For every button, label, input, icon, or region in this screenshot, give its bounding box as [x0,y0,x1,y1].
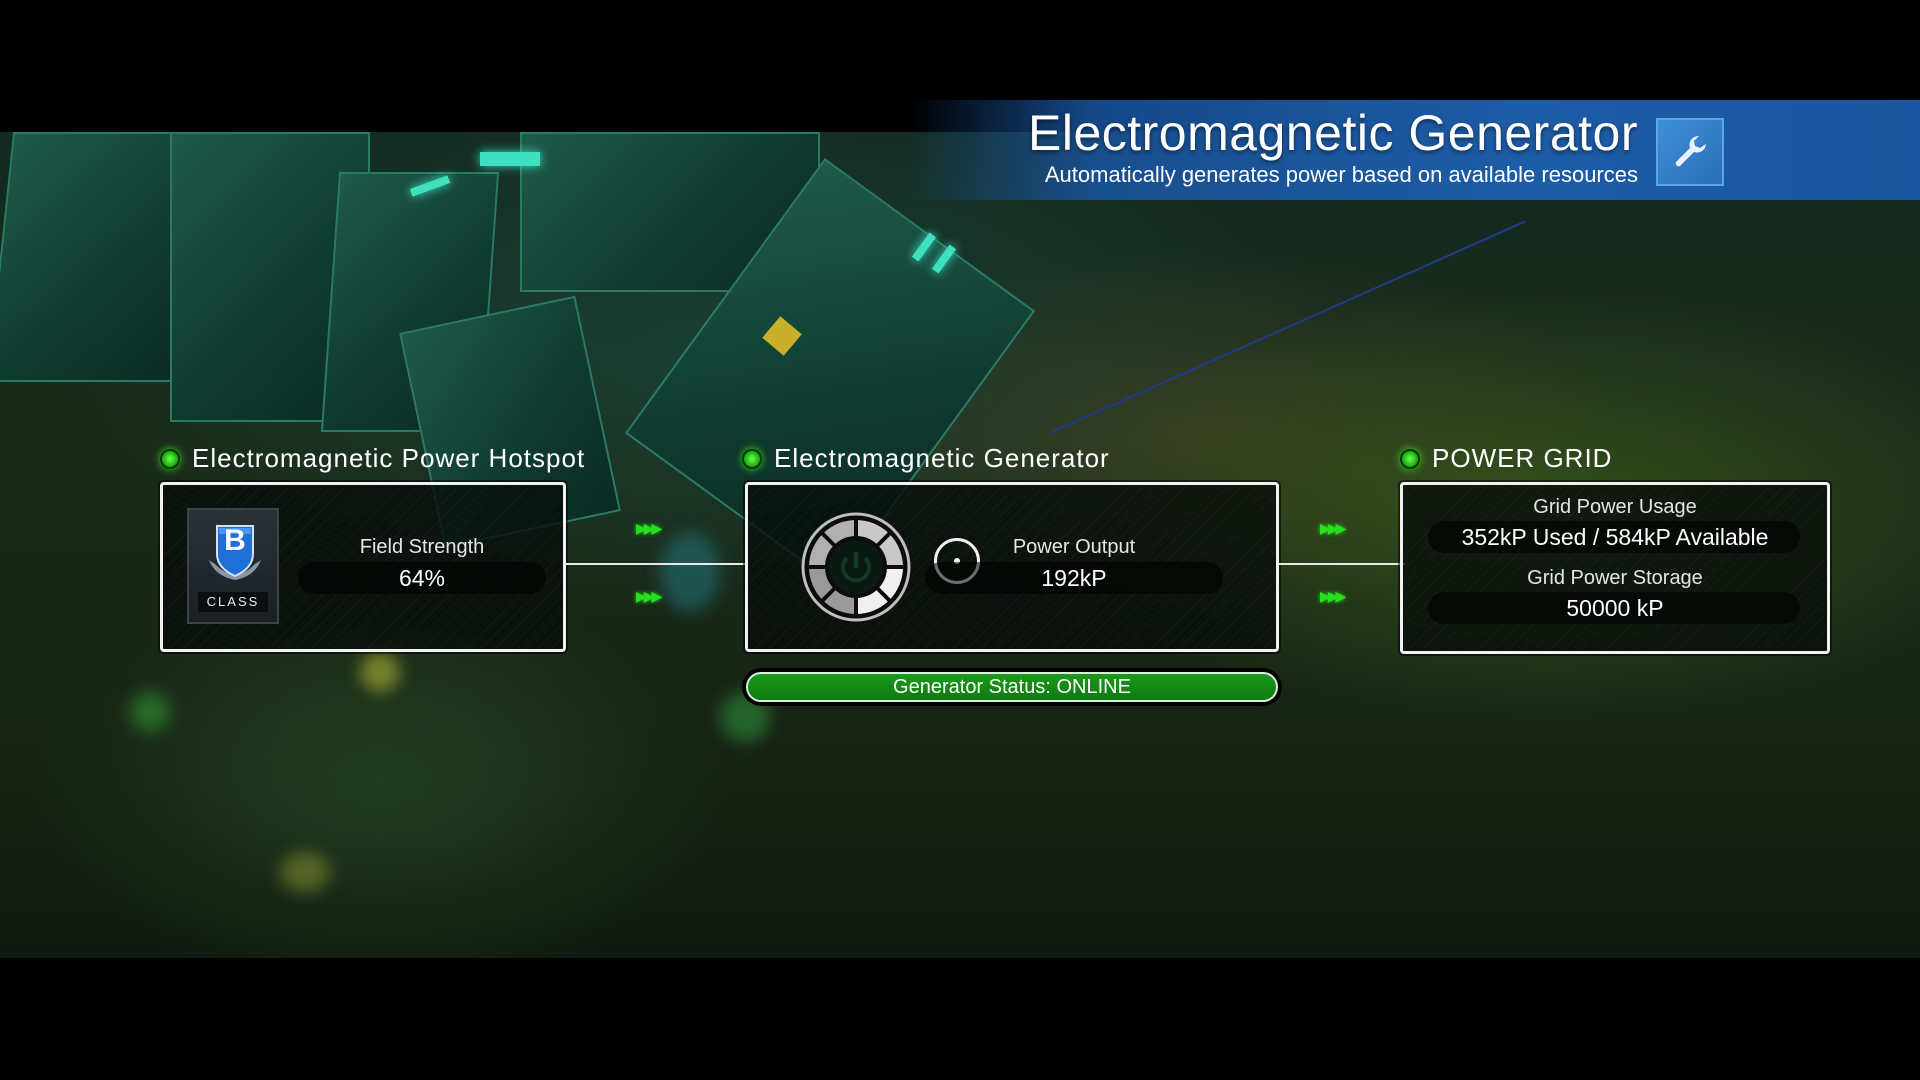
blur-light [360,652,400,692]
power-output-label: Power Output [1012,536,1136,558]
grid-storage-label: Grid Power Storage [1527,567,1703,589]
grid-usage-value: 352kP Used / 584kP Available [1461,524,1769,550]
class-badge: B CLASS [187,508,279,624]
power-output-value: 192kP [1041,565,1107,591]
page-subtitle: Automatically generates power based on a… [1044,162,1638,187]
generator-label: Electromagnetic Generator [774,443,1110,473]
class-letter: B [224,524,246,557]
flow-arrows-icon: ▶▶▶ [636,588,662,604]
generator-status-bar: Generator Status: ONLINE [742,668,1282,706]
connector-line [566,563,746,565]
generator-status-text: Generator Status: ONLINE [746,672,1278,702]
class-caption: CLASS [198,592,268,612]
hotspot-label: Electromagnetic Power Hotspot [192,443,586,473]
flow-arrows-icon: ▶▶▶ [636,520,662,536]
wrench-icon[interactable] [1656,118,1724,186]
flow-arrows-icon: ▶▶▶ [1320,588,1346,604]
page-title: Electromagnetic Generator [1027,105,1638,161]
letterbox-bottom [0,958,1920,1080]
section-generator: Electromagnetic Generator [742,443,1110,474]
power-line [1049,220,1526,434]
power-button-icon[interactable] [801,512,911,622]
status-dot-icon [742,448,762,469]
connector-line [1279,563,1405,565]
blur-light [130,692,170,732]
status-dot-icon [160,448,180,469]
status-dot-icon [1400,448,1420,469]
field-strength-label: Field Strength [359,536,485,558]
blur-light [660,532,720,612]
section-power-grid: POWER GRID [1400,443,1612,474]
field-strength-value: 64% [398,565,446,591]
teal-light [480,152,540,166]
grid-usage-label: Grid Power Usage [1533,496,1697,518]
blur-light [280,852,330,892]
flow-arrows-icon: ▶▶▶ [1320,520,1346,536]
grid-storage-value: 50000 kP [1566,595,1664,621]
power-grid-label: POWER GRID [1432,443,1613,473]
section-hotspot: Electromagnetic Power Hotspot [160,443,585,474]
